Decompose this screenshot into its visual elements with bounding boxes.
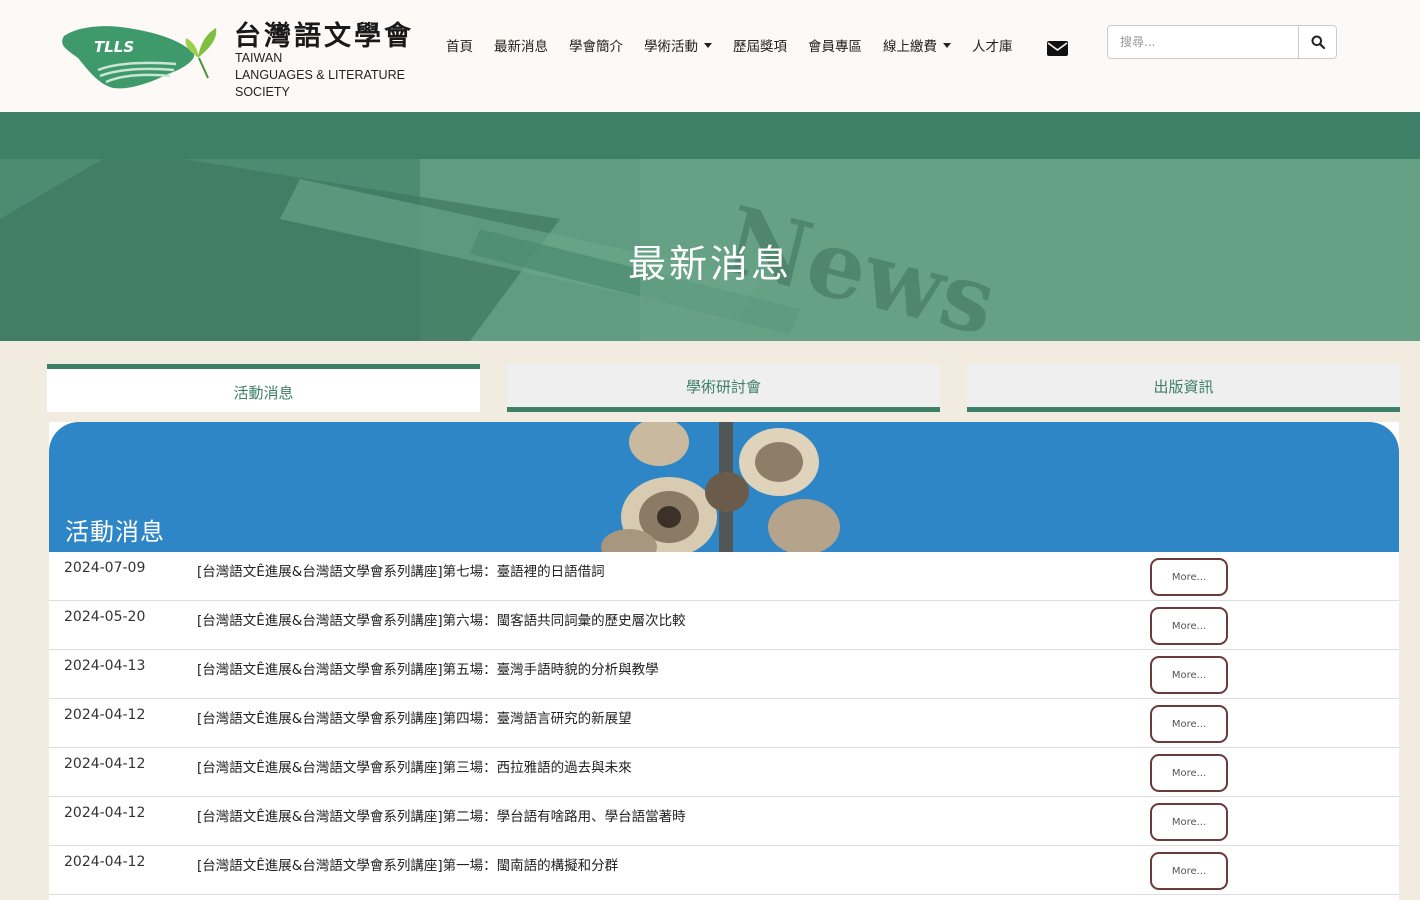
news-title-link[interactable]: [台灣語文Ê進展&台灣語文學會系列講座]第一場：閩南語的構擬和分群 [197,854,618,874]
more-button[interactable]: More... [1150,558,1228,596]
caret-down-icon [704,42,712,48]
caret-down-icon [943,42,951,48]
site-subtitle-line: TAIWAN [235,51,283,65]
tab-label: 學術研討會 [685,378,761,396]
tab-academic-conference[interactable]: 學術研討會 [507,364,940,412]
news-row: 2024-05-20 [台灣語文Ê進展&台灣語文學會系列講座]第六場：閩客語共同… [49,601,1399,650]
news-row: 2024-04-12 [台灣語文Ê進展&台灣語文學會系列講座]第三場：西拉雅語的… [49,748,1399,797]
nav-label: 學會簡介 [569,39,623,55]
nav-item-members[interactable]: 會員專區 [808,35,862,55]
nav-label: 首頁 [446,39,473,55]
nav-label: 最新消息 [494,39,548,55]
news-title-link[interactable]: [台灣語文Ê進展&台灣語文學會系列講座]第三場：西拉雅語的過去與未來 [197,756,632,776]
news-title-link[interactable]: [台灣語文Ê進展&台灣語文學會系列講座]第六場：閩客語共同詞彙的歷史層次比較 [197,609,686,629]
news-date: 2024-05-20 [64,609,146,625]
nav-item-home[interactable]: 首頁 [446,35,473,55]
news-date: 2024-07-09 [64,560,146,576]
nav-item-awards[interactable]: 歷屆獎項 [733,35,787,55]
news-date: 2024-04-12 [64,854,146,870]
news-row: 2024-04-12 [台灣語文Ê進展&台灣語文學會系列講座]第四場：臺灣語言研… [49,699,1399,748]
news-date: 2024-04-12 [64,756,146,772]
news-date: 2024-04-12 [64,805,146,821]
hero-top-band [0,112,1420,159]
news-title-link[interactable]: [台灣語文Ê進展&台灣語文學會系列講座]第七場：臺語裡的日語借詞 [197,560,605,580]
news-title-link[interactable]: [台灣語文Ê進展&台灣語文學會系列講座]第五場：臺灣手語時貌的分析與教學 [197,658,659,678]
nav-label: 歷屆獎項 [733,39,787,55]
news-row: 2024-04-13 [台灣語文Ê進展&台灣語文學會系列講座]第五場：臺灣手語時… [49,650,1399,699]
taiwan-logo-icon: TLLS [62,26,217,89]
nav-item-about[interactable]: 學會簡介 [569,35,623,55]
news-title-link[interactable]: [台灣語文Ê進展&台灣語文學會系列講座]第四場：臺灣語言研究的新展望 [197,707,632,727]
news-row: 2024-04-12 [台灣語文Ê進展&台灣語文學會系列講座]第一場：閩南語的構… [49,846,1399,895]
site-header: TLLS 台灣語文學會 TAIWAN LANGUAGES & LITERATUR… [0,0,1420,112]
search-input[interactable] [1108,26,1298,58]
more-button[interactable]: More... [1150,705,1228,743]
news-panel: 活動消息 2024-07-09 [台灣語文Ê進展&台灣語文學會系列講座]第七場：… [49,422,1399,900]
nav-label: 人才庫 [972,39,1013,55]
panel-banner: 活動消息 [49,422,1399,552]
site-logo[interactable]: TLLS 台灣語文學會 TAIWAN LANGUAGES & LITERATUR… [58,14,418,99]
main-nav: 首頁 最新消息 學會簡介 學術活動 歷屆獎項 會員專區 線上繳費 人才庫 [446,34,1034,56]
hero-banner: News 最新消息 [0,159,1420,341]
nav-item-online-payment[interactable]: 線上繳費 [883,35,951,55]
site-title: 台灣語文學會 [234,21,414,52]
search-icon [1311,35,1325,49]
loudspeaker-image [601,422,840,552]
nav-label: 學術活動 [644,39,698,55]
more-button[interactable]: More... [1150,656,1228,694]
logo-mark-text: TLLS [94,38,134,56]
news-row: 2024-04-12 [台灣語文Ê進展&台灣語文學會系列講座]第二場：學台語有啥… [49,797,1399,846]
news-date: 2024-04-12 [64,707,146,723]
news-date: 2024-04-13 [64,658,146,674]
panel-title: 活動消息 [65,518,165,546]
page-title: 最新消息 [627,242,792,286]
nav-item-news[interactable]: 最新消息 [494,35,548,55]
site-subtitle: TAIWAN LANGUAGES & LITERATURE SOCIETY [235,50,405,101]
more-button[interactable]: More... [1150,754,1228,792]
nav-label: 會員專區 [808,39,862,55]
envelope-icon[interactable] [1047,41,1068,56]
tab-label: 活動消息 [233,384,294,402]
site-subtitle-line: LANGUAGES & LITERATURE [235,68,405,82]
more-button[interactable]: More... [1150,607,1228,645]
nav-item-academic-activities[interactable]: 學術活動 [644,35,712,55]
news-row: 2024-07-09 [台灣語文Ê進展&台灣語文學會系列講座]第七場：臺語裡的日… [49,552,1399,601]
tab-activity-news[interactable]: 活動消息 [47,364,480,412]
nav-item-talent-pool[interactable]: 人才庫 [972,35,1013,55]
more-button[interactable]: More... [1150,803,1228,841]
news-title-link[interactable]: [台灣語文Ê進展&台灣語文學會系列講座]第二場：學台語有啥路用、學台語當著時 [197,805,686,825]
search-button[interactable] [1298,26,1336,58]
tab-label: 出版資訊 [1153,378,1214,396]
search-box [1107,25,1337,59]
site-subtitle-line: SOCIETY [235,85,290,99]
tab-publications[interactable]: 出版資訊 [967,364,1400,412]
nav-label: 線上繳費 [883,39,937,55]
more-button[interactable]: More... [1150,852,1228,890]
